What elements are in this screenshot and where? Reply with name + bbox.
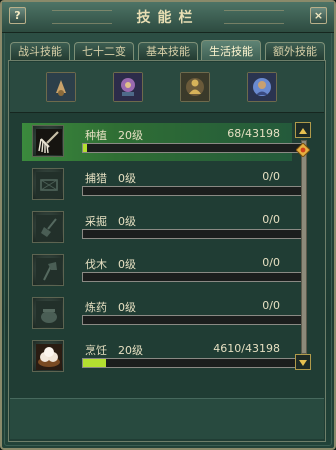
skill-level: 20级 — [118, 129, 143, 142]
figure-category-icon[interactable] — [180, 72, 210, 102]
craft-category-icon[interactable] — [46, 72, 76, 102]
tab-bar: 战斗技能 七十二变 基本技能 生活技能 额外技能 — [10, 40, 328, 62]
skill-exp: 68/43198 — [227, 127, 280, 140]
trap-icon — [32, 168, 64, 200]
skill-row-logging[interactable]: 伐木 0级 0/0 — [22, 252, 302, 290]
close-button[interactable]: × — [310, 7, 327, 24]
arrow-down-icon — [299, 360, 307, 366]
flower-category-icon[interactable] — [113, 72, 143, 102]
tab-transformations[interactable]: 七十二变 — [74, 42, 134, 61]
skill-exp: 0/0 — [262, 170, 280, 183]
tab-combat-skills[interactable]: 战斗技能 — [10, 42, 70, 61]
tab-basic-skills[interactable]: 基本技能 — [138, 42, 198, 61]
axe-icon — [32, 254, 64, 286]
rake-icon — [32, 125, 64, 157]
skill-progress-fill — [83, 359, 107, 367]
scrollbar-thumb[interactable] — [295, 142, 311, 158]
tab-extra-skills[interactable]: 额外技能 — [265, 42, 325, 61]
tab-life-skills[interactable]: 生活技能 — [201, 40, 261, 62]
skill-list-scrollbar[interactable] — [295, 122, 311, 370]
arrow-up-icon — [299, 128, 307, 134]
cauldron-icon — [32, 297, 64, 329]
skill-list: 种植 20级 68/43198 捕猎 0级 0/0 采掘 0级 0/0 伐木 0… — [22, 118, 302, 380]
skill-progress-bar — [82, 358, 302, 368]
window-title: 技能栏 — [136, 10, 200, 26]
skill-row-cooking[interactable]: 烹饪 20级 4610/43198 — [22, 338, 302, 376]
category-icon-bar — [10, 62, 324, 113]
skill-row-hunting[interactable]: 捕猎 0级 0/0 — [22, 166, 302, 204]
skill-name: 种植 — [85, 129, 107, 142]
help-button[interactable]: ? — [9, 7, 26, 24]
skill-level: 20级 — [118, 344, 143, 357]
skill-exp: 0/0 — [262, 299, 280, 312]
skill-name: 烹饪 — [85, 344, 107, 357]
shovel-icon — [32, 211, 64, 243]
skill-level: 0级 — [118, 301, 136, 314]
skill-row-planting[interactable]: 种植 20级 68/43198 — [22, 123, 302, 161]
bottom-panel — [10, 398, 324, 439]
skill-progress-bar — [82, 229, 302, 239]
skill-level: 0级 — [118, 215, 136, 228]
scroll-up-button[interactable] — [295, 122, 311, 138]
scroll-down-button[interactable] — [295, 354, 311, 370]
skill-progress-bar — [82, 143, 302, 153]
skill-progress-bar — [82, 272, 302, 282]
scrollbar-track[interactable] — [301, 140, 307, 354]
skill-level: 0级 — [118, 172, 136, 185]
skill-exp: 4610/43198 — [213, 342, 280, 355]
skill-name: 采掘 — [85, 215, 107, 228]
skill-name: 捕猎 — [85, 172, 107, 185]
skill-row-alchemy[interactable]: 炼药 0级 0/0 — [22, 295, 302, 333]
skill-progress-bar — [82, 186, 302, 196]
orb-category-icon[interactable] — [247, 72, 277, 102]
skill-name: 炼药 — [85, 301, 107, 314]
skill-level: 0级 — [118, 258, 136, 271]
skill-progress-bar — [82, 315, 302, 325]
skill-progress-fill — [83, 144, 88, 152]
skill-exp: 0/0 — [262, 256, 280, 269]
buns-icon — [32, 340, 64, 372]
skill-row-mining[interactable]: 采掘 0级 0/0 — [22, 209, 302, 247]
skill-exp: 0/0 — [262, 213, 280, 226]
title-bar[interactable]: 技能栏 ? × — [2, 2, 334, 33]
skill-name: 伐木 — [85, 258, 107, 271]
